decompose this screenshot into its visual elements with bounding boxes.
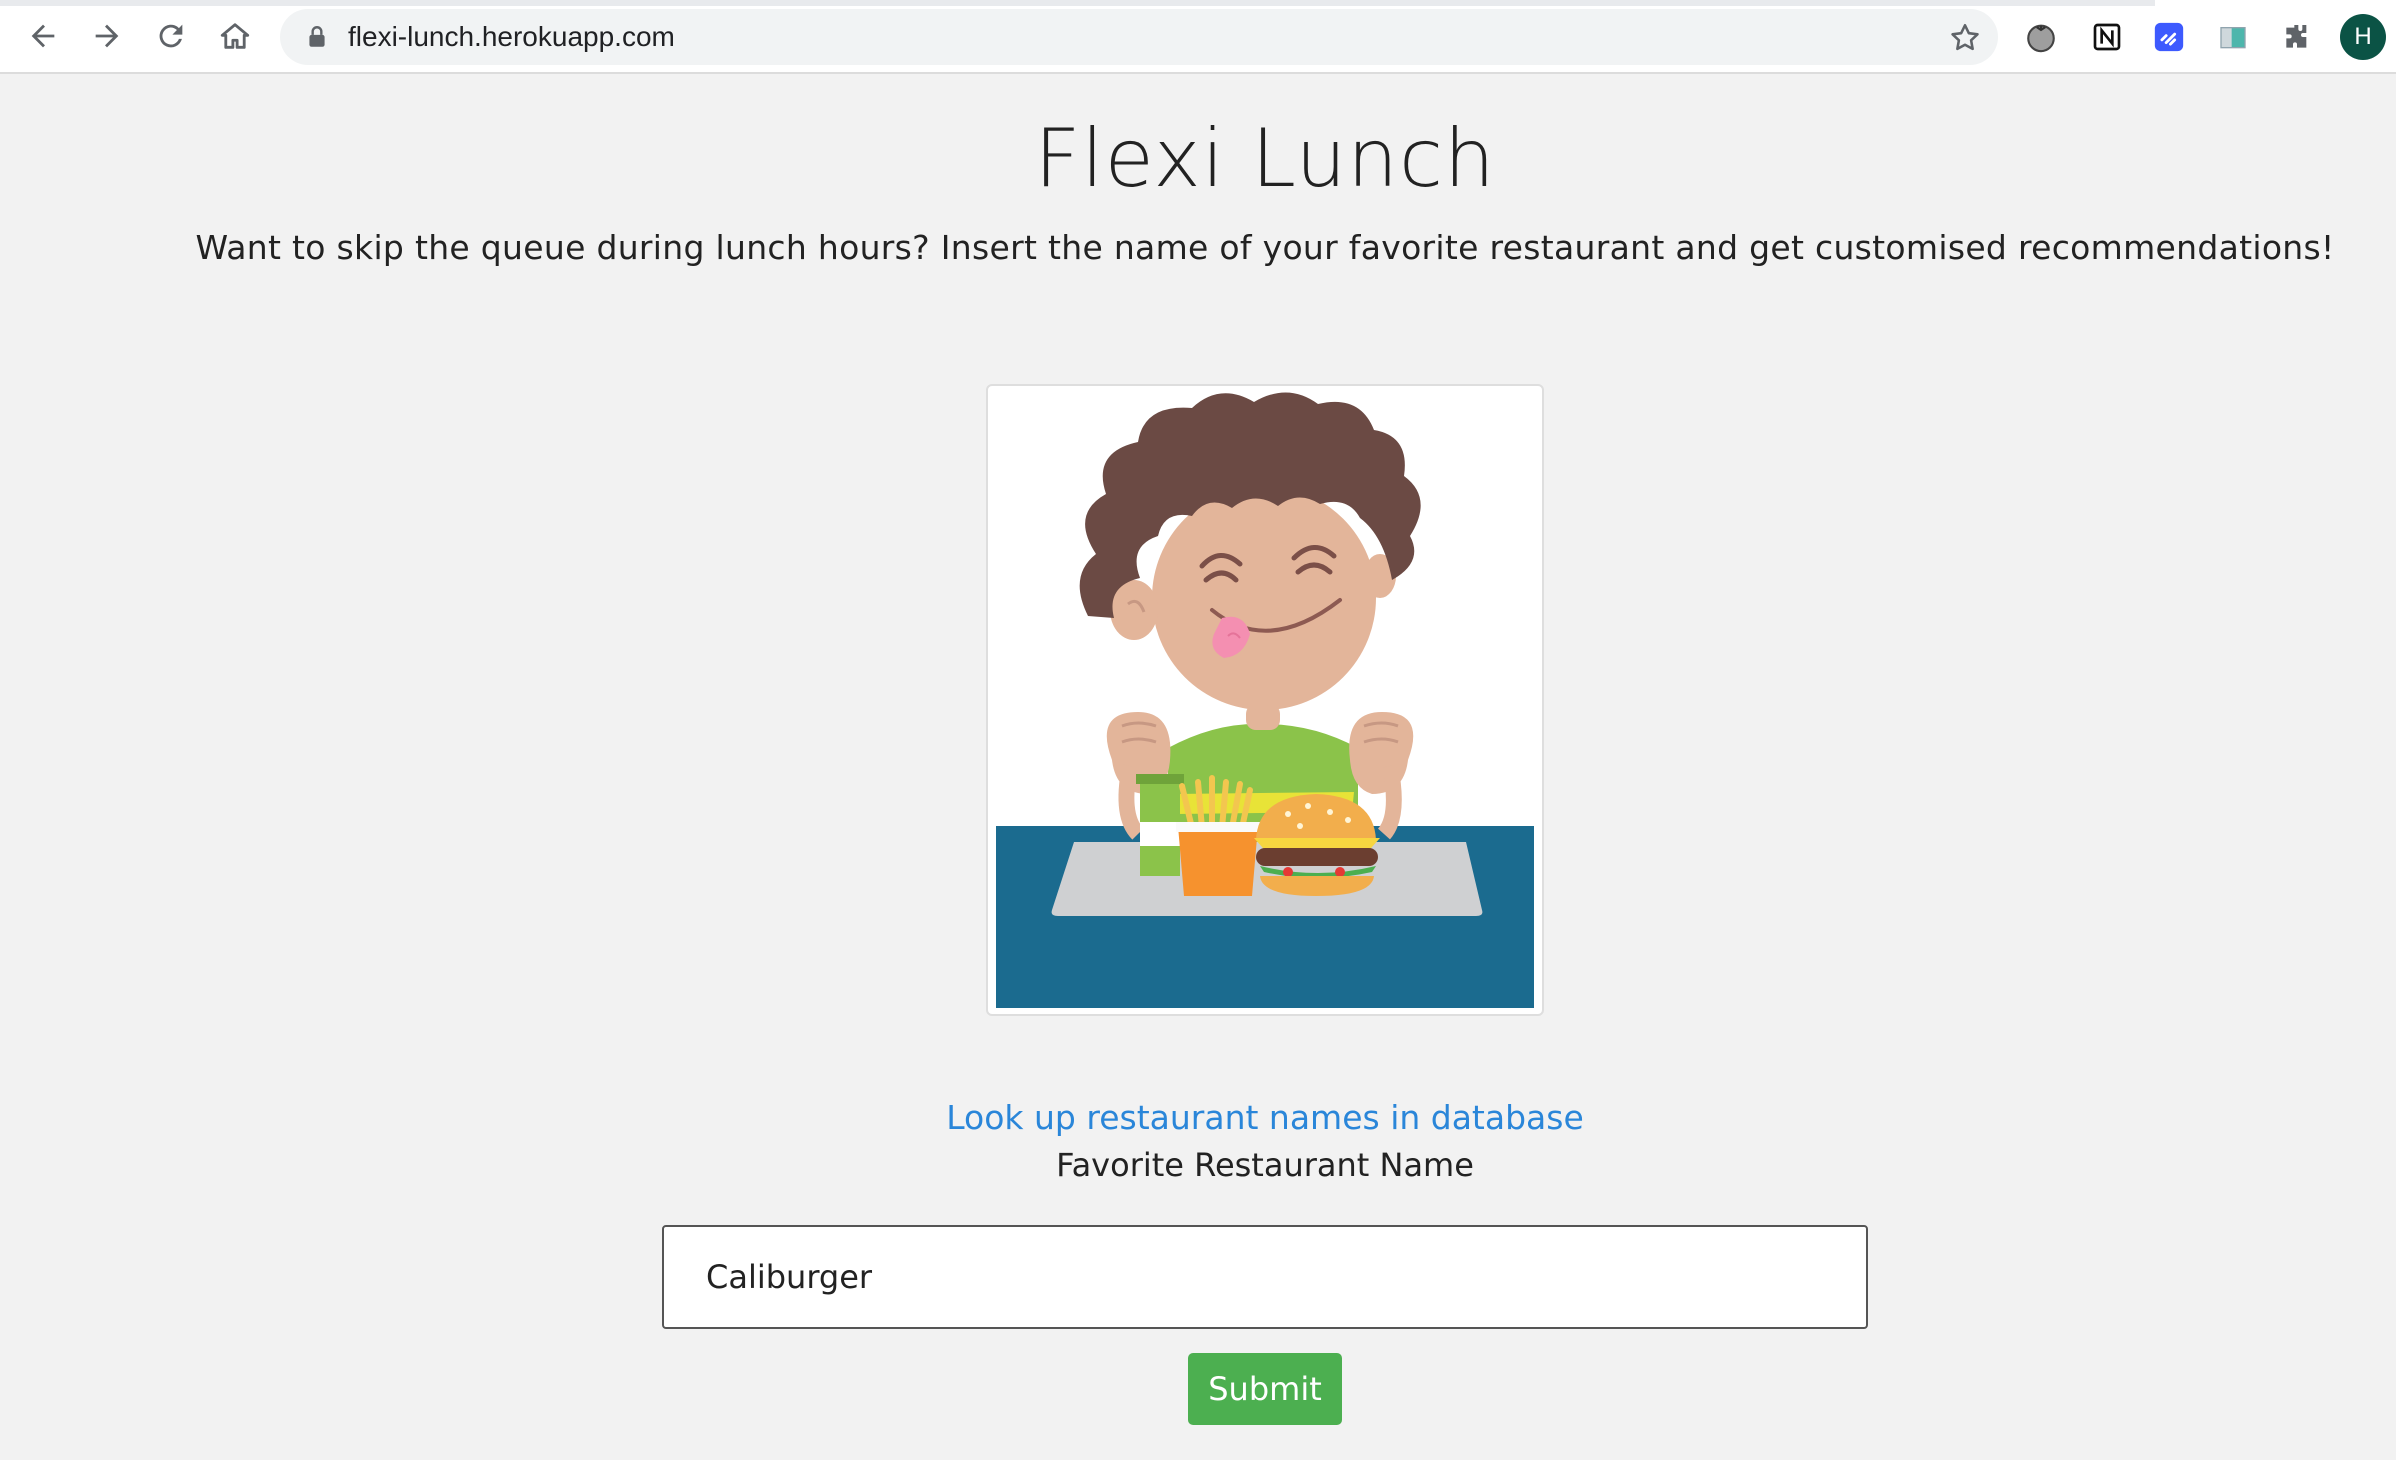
submit-button[interactable]: Submit [1188,1353,1342,1425]
boy-eating-illustration [996,392,1534,1008]
arrow-right-icon [95,24,119,48]
screen-extension-icon[interactable] [2215,19,2251,55]
restaurant-name-label: Favorite Restaurant Name [1056,1146,1474,1184]
restaurant-name-input[interactable] [662,1225,1868,1329]
notion-icon[interactable] [2089,19,2125,55]
reload-button[interactable] [149,14,193,58]
hero-image [986,384,1544,1016]
tomato-timer-icon[interactable] [2023,19,2059,55]
address-bar[interactable]: flexi-lunch.herokuapp.com [280,9,1998,65]
link-extension-icon[interactable] [2151,19,2187,55]
reload-icon [159,24,183,48]
lookup-restaurants-link[interactable]: Look up restaurant names in database [0,1098,2396,1137]
back-button[interactable] [21,14,65,58]
url-text: flexi-lunch.herokuapp.com [348,21,675,52]
home-icon [220,23,250,49]
home-button[interactable] [213,14,257,58]
tab-strip-edge [0,0,2155,6]
page-title: Flexi Lunch [1034,112,1496,205]
browser-toolbar: flexi-lunch.herokuapp.com H [0,0,2396,74]
puzzle-icon[interactable] [2279,19,2315,55]
arrow-left-icon [31,24,55,48]
page-subtitle: Want to skip the queue during lunch hour… [195,228,2335,267]
forward-button[interactable] [85,14,129,58]
profile-avatar[interactable]: H [2340,14,2386,60]
lock-icon [309,26,325,47]
bookmark-star-icon[interactable] [1948,21,1982,55]
